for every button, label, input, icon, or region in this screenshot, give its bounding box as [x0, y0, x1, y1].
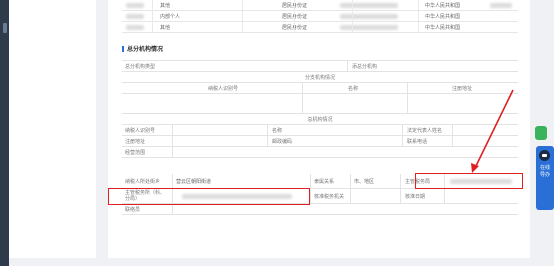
annotation-arrow — [471, 89, 514, 173]
assistant-avatar-icon — [539, 150, 550, 161]
online-help-label: 在线导办 — [539, 165, 550, 178]
feedback-float-button[interactable] — [535, 126, 547, 140]
online-help-float-button[interactable]: 在线导办 — [536, 146, 554, 210]
